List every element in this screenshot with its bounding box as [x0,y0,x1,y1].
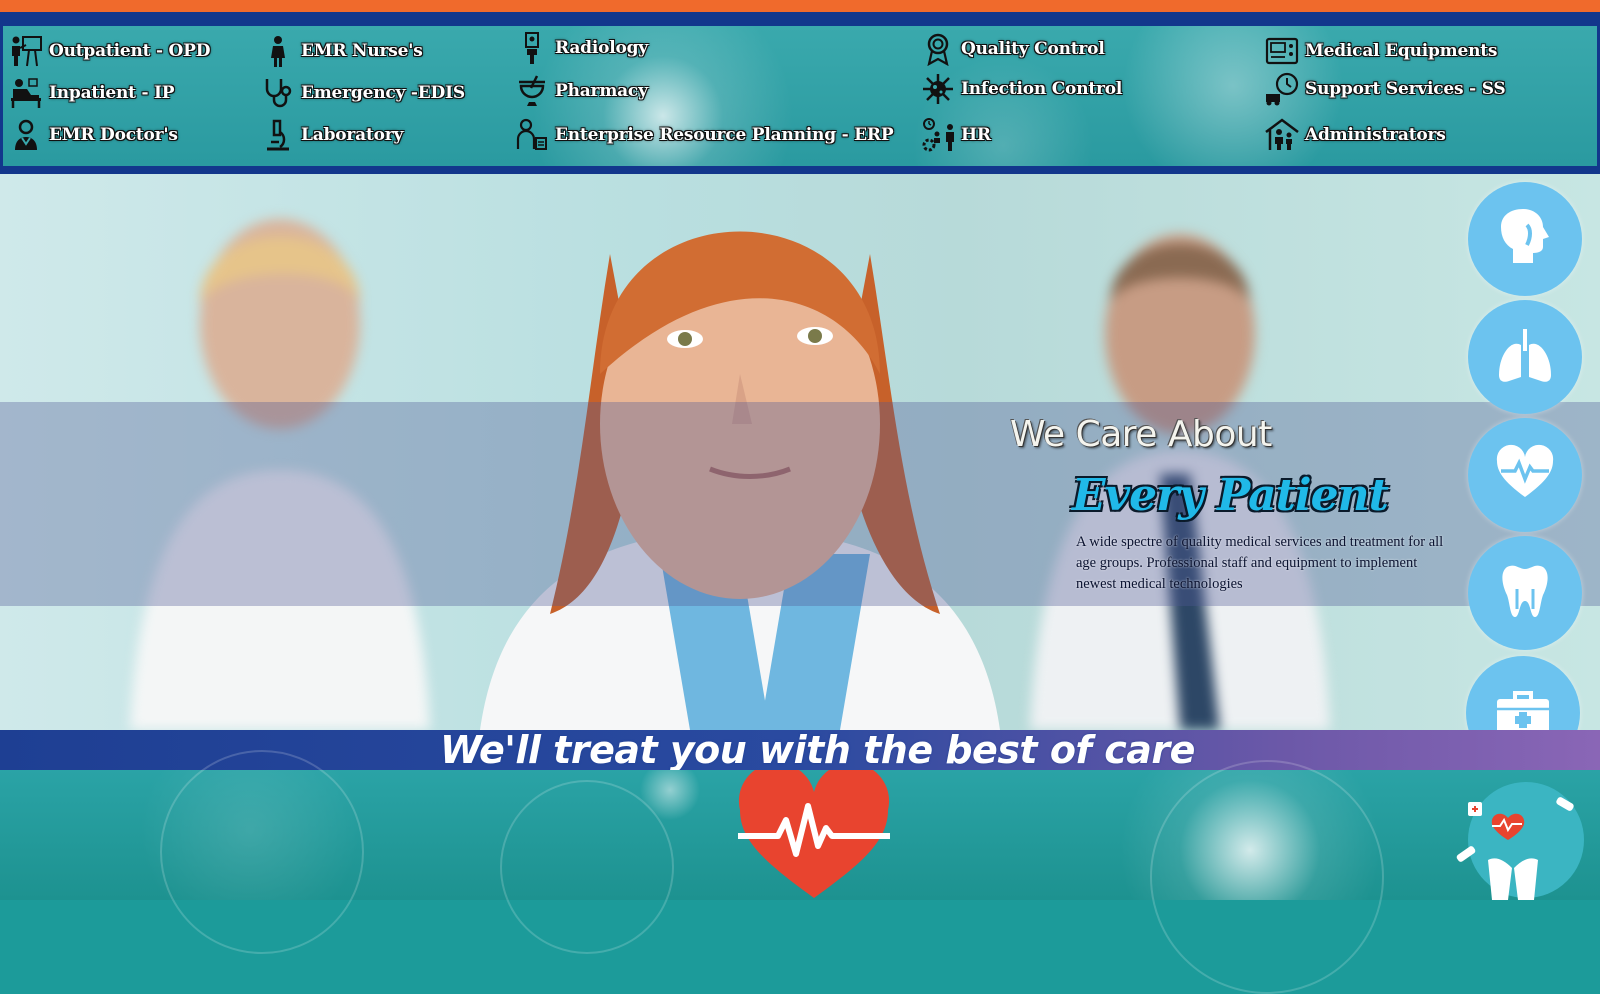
nav-item-inpatient[interactable]: Inpatient - IP [9,76,175,110]
side-button-ent[interactable] [1468,182,1582,296]
nav-label-quality-control: Quality Control [961,39,1105,59]
award-ribbon-icon [921,32,955,66]
nav-label-infection-control: Infection Control [961,79,1123,99]
side-button-pulmonology[interactable] [1468,300,1582,414]
nav-label-administrators: Administrators [1305,125,1446,145]
top-navy-stripe [0,12,1600,26]
house-family-icon [1265,118,1299,152]
nav-bottom-border [0,166,1600,174]
nurse-icon [261,34,295,68]
top-accent-stripe [0,0,1600,12]
virus-icon [921,72,955,106]
lungs-icon [1493,323,1557,391]
hero-section: We Care About Every Patient A wide spect… [0,174,1600,730]
throat-head-icon [1493,205,1557,273]
nav-item-erp[interactable]: Enterprise Resource Planning - ERP [515,118,894,152]
xray-icon [515,31,549,65]
nav-label-outpatient: Outpatient - OPD [49,41,211,61]
nav-item-administrators[interactable]: Administrators [1265,118,1446,152]
nav-item-hr[interactable]: HR [921,118,991,152]
nav-item-outpatient[interactable]: Outpatient - OPD [9,34,210,68]
nav-item-emr-nurses[interactable]: EMR Nurse's [261,34,423,68]
tagline: We'll treat you with the best of care [440,728,1195,772]
hr-people-gear-icon [921,118,955,152]
tooth-icon [1493,559,1557,627]
nav-item-emergency[interactable]: Emergency -EDIS [261,76,465,110]
medical-device-icon [1265,34,1299,68]
outpatient-icon [9,34,43,68]
bokeh-ring [160,750,364,954]
heart-beat-logo-icon [738,770,890,898]
nav-label-medical-equipments: Medical Equipments [1305,41,1498,61]
hero-heading: We Care About [1010,414,1272,455]
nav-item-laboratory[interactable]: Laboratory [261,118,403,152]
doctor-icon [9,118,43,152]
nav-label-radiology: Radiology [555,38,648,58]
microscope-icon [261,118,295,152]
heart-pulse-icon [1493,441,1557,509]
nav-item-medical-equipments[interactable]: Medical Equipments [1265,34,1497,68]
inpatient-bed-icon [9,76,43,110]
nav-item-pharmacy[interactable]: Pharmacy [515,74,648,108]
nav-item-support-services[interactable]: Support Services - SS [1265,72,1506,106]
footer-section [0,750,1600,994]
nav-label-emr-nurses: EMR Nurse's [301,41,423,61]
bokeh-ring [1150,760,1384,994]
nav-item-emr-doctors[interactable]: EMR Doctor's [9,118,178,152]
nav-label-erp: Enterprise Resource Planning - ERP [555,125,894,145]
module-navigation-panel: Outpatient - OPD Inpatient - IP EMR Doct… [0,26,1600,166]
bokeh-ring [500,780,674,954]
erp-person-icon [515,118,549,152]
nav-item-quality-control[interactable]: Quality Control [921,32,1105,66]
nav-label-pharmacy: Pharmacy [555,81,648,101]
medical-care-hands-illustration-icon [1456,782,1584,900]
side-button-cardiology[interactable] [1468,418,1582,532]
nav-label-inpatient: Inpatient - IP [49,83,175,103]
nav-label-support-services: Support Services - SS [1305,79,1506,99]
nav-item-radiology[interactable]: Radiology [515,31,648,65]
nav-label-emr-doctors: EMR Doctor's [49,125,178,145]
hero-subheading: Every Patient [1072,470,1389,521]
hero-description: A wide spectre of quality medical servic… [1076,534,1444,592]
mortar-pestle-icon [515,74,549,108]
side-button-dental[interactable] [1468,536,1582,650]
nav-label-laboratory: Laboratory [301,125,404,145]
nav-label-emergency: Emergency -EDIS [301,83,465,103]
nav-label-hr: HR [961,125,991,145]
stethoscope-icon [261,76,295,110]
nav-item-infection-control[interactable]: Infection Control [921,72,1122,106]
truck-clock-icon [1265,72,1299,106]
